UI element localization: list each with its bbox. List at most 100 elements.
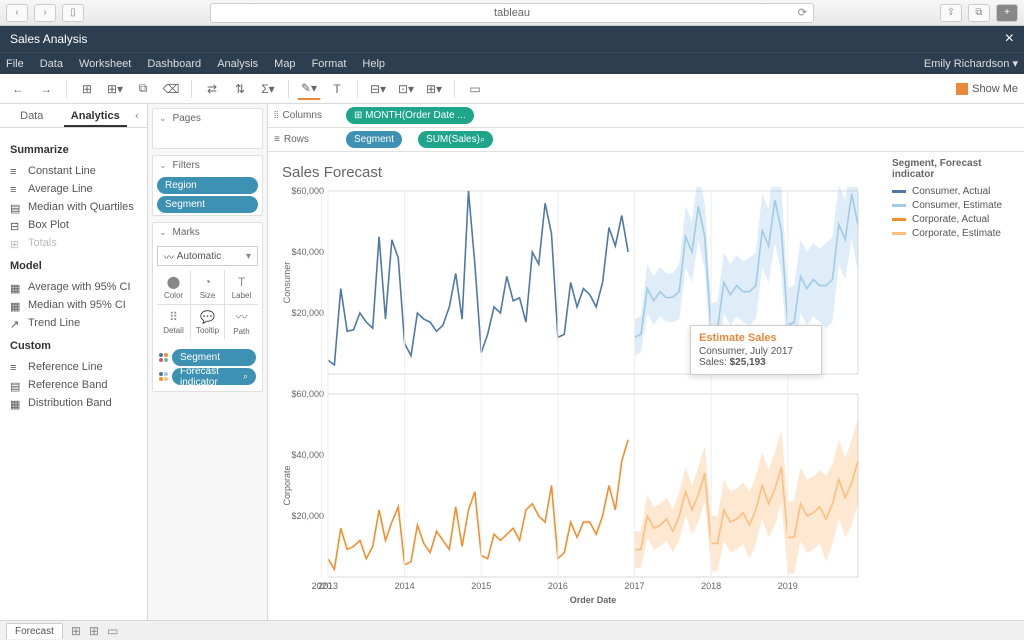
address-bar[interactable]: tableau ⟳ <box>210 3 814 23</box>
analytics-avg-ci[interactable]: ▦Average with 95% CI <box>10 278 137 296</box>
analytics-constant-line[interactable]: ≡Constant Line <box>10 162 137 180</box>
filter-pill-segment[interactable]: Segment <box>157 196 258 213</box>
refresh-icon[interactable]: ⟳ <box>798 6 807 19</box>
toolbar-separator <box>288 80 289 98</box>
marks-card-header[interactable]: Marks <box>153 223 262 242</box>
canvas-area: ⦙⦙Columns ⊞ MONTH(Order Date ... ≡Rows S… <box>268 104 1024 620</box>
user-menu[interactable]: Emily Richardson ▾ <box>924 57 1018 70</box>
section-custom: Custom <box>10 340 137 352</box>
menu-dashboard[interactable]: Dashboard <box>147 58 201 70</box>
band-icon: ▤ <box>10 202 22 212</box>
analytics-ref-band[interactable]: ▤Reference Band <box>10 376 137 394</box>
menu-file[interactable]: File <box>6 58 24 70</box>
group-button[interactable]: T <box>325 78 349 100</box>
filters-card-header[interactable]: Filters <box>153 156 262 175</box>
svg-text:2015: 2015 <box>471 581 491 591</box>
chart-column: Sales Forecast $20,000$40,000$60,000Cons… <box>268 152 884 620</box>
menu-data[interactable]: Data <box>40 58 63 70</box>
rows-pill-sales[interactable]: SUM(Sales)⌕ <box>418 131 493 148</box>
duplicate-button[interactable]: ⧉ <box>131 78 155 100</box>
swap-button[interactable]: ⇄ <box>200 78 224 100</box>
view-button[interactable]: ⊟▾ <box>366 78 390 100</box>
boxplot-icon: ⊟ <box>10 220 22 230</box>
analytics-trend-line[interactable]: ↗Trend Line <box>10 314 137 332</box>
forward-button[interactable]: › <box>34 4 56 22</box>
analytics-median-ci[interactable]: ▦Median with 95% CI <box>10 296 137 314</box>
legend-corporate-actual[interactable]: Corporate, Actual <box>892 214 1016 225</box>
new-tab-button[interactable]: + <box>996 4 1018 22</box>
mark-label-button[interactable]: TLabel <box>225 270 258 304</box>
svg-text:2016: 2016 <box>548 581 568 591</box>
marks-card: Marks 〰 Automatic ⬤Color ◔Size TLabel ⠿D… <box>152 222 263 392</box>
sort-asc-button[interactable]: ⇅ <box>228 78 252 100</box>
tooltip-line1: Consumer, July 2017 <box>699 346 813 357</box>
cards-pane: Pages Filters Region Segment Marks 〰 Aut… <box>148 104 268 620</box>
toolbar-separator <box>454 80 455 98</box>
mark-tooltip-button[interactable]: 💬Tooltip <box>191 305 224 339</box>
tab-analytics[interactable]: Analytics <box>64 104 128 127</box>
side-pane-tabs: Data Analytics ‹ <box>0 104 147 128</box>
undo-button[interactable]: ← <box>6 78 30 100</box>
columns-icon: ⦙⦙ <box>274 110 278 121</box>
new-worksheet-button[interactable]: ⊞▾ <box>103 78 127 100</box>
analytics-ref-line[interactable]: ≡Reference Line <box>10 358 137 376</box>
back-button[interactable]: ‹ <box>6 4 28 22</box>
menu-format[interactable]: Format <box>312 58 347 70</box>
show-me-button[interactable]: Show Me <box>956 83 1018 95</box>
mark-size-button[interactable]: ◔Size <box>191 270 224 304</box>
analytics-average-line[interactable]: ≡Average Line <box>10 180 137 198</box>
mark-dim-segment[interactable]: Segment <box>159 349 256 366</box>
share-button[interactable]: ⇪ <box>940 4 962 22</box>
clear-button[interactable]: ⌫ <box>159 78 183 100</box>
marks-type-select[interactable]: 〰 Automatic <box>157 246 258 266</box>
chart-canvas[interactable]: $20,000$40,000$60,000Consumer$20,000$40,… <box>278 187 868 607</box>
rows-shelf[interactable]: ≡Rows Segment SUM(Sales)⌕ <box>268 128 1024 152</box>
mark-path-button[interactable]: 〰Path <box>225 305 258 339</box>
standard-button[interactable]: ⊞▾ <box>422 78 446 100</box>
mark-dim-forecast[interactable]: Forecast indicator⌕ <box>159 368 256 385</box>
highlight-button[interactable]: ✎▾ <box>297 78 321 100</box>
pages-card[interactable]: Pages <box>152 108 263 149</box>
legend-consumer-actual[interactable]: Consumer, Actual <box>892 186 1016 197</box>
filter-pill-region[interactable]: Region <box>157 177 258 194</box>
new-connection-button[interactable]: ⊞ <box>75 78 99 100</box>
show-me-icon <box>956 83 968 95</box>
tooltip-line2: Sales: $25,193 <box>699 357 813 368</box>
mark-color-button[interactable]: ⬤Color <box>157 270 190 304</box>
analytics-box-plot[interactable]: ⊟Box Plot <box>10 216 137 234</box>
close-button[interactable]: × <box>1005 30 1014 48</box>
mark-detail-button[interactable]: ⠿Detail <box>157 305 190 339</box>
new-dashboard-icon[interactable]: ⊞ <box>89 624 99 638</box>
new-worksheet-icon[interactable]: ⊞ <box>71 624 81 638</box>
redo-button[interactable]: → <box>34 78 58 100</box>
sidebar-toggle-button[interactable]: ▯ <box>62 4 84 22</box>
analytics-median-quartiles[interactable]: ▤Median with Quartiles <box>10 198 137 216</box>
menu-worksheet[interactable]: Worksheet <box>79 58 131 70</box>
columns-shelf[interactable]: ⦙⦙Columns ⊞ MONTH(Order Date ... <box>268 104 1024 128</box>
columns-pill-month[interactable]: ⊞ MONTH(Order Date ... <box>346 107 474 124</box>
rows-pill-segment[interactable]: Segment <box>346 131 402 148</box>
fit-button[interactable]: ⊡▾ <box>394 78 418 100</box>
collapse-pane-button[interactable]: ‹ <box>127 104 147 127</box>
tabs-button[interactable]: ⧉ <box>968 4 990 22</box>
side-pane: Data Analytics ‹ Summarize ≡Constant Lin… <box>0 104 148 620</box>
legend-consumer-estimate[interactable]: Consumer, Estimate <box>892 200 1016 211</box>
workbook-title: Sales Analysis <box>10 32 87 46</box>
tab-data[interactable]: Data <box>0 104 64 127</box>
legend-corporate-estimate[interactable]: Corporate, Estimate <box>892 228 1016 239</box>
svg-text:2018: 2018 <box>701 581 721 591</box>
new-story-icon[interactable]: ▭ <box>107 624 118 638</box>
analytics-dist-band[interactable]: ▦Distribution Band <box>10 394 137 412</box>
sheet-tab-forecast[interactable]: Forecast <box>6 623 63 639</box>
svg-text:$20,000: $20,000 <box>291 308 324 318</box>
pages-card-header[interactable]: Pages <box>153 109 262 128</box>
menu-help[interactable]: Help <box>362 58 385 70</box>
chart-wrap: $20,000$40,000$60,000Consumer$20,000$40,… <box>278 187 878 616</box>
menu-map[interactable]: Map <box>274 58 295 70</box>
menu-analysis[interactable]: Analysis <box>217 58 258 70</box>
toolbar-separator <box>357 80 358 98</box>
presentation-button[interactable]: ▭ <box>463 78 487 100</box>
sheet-tabs-bar: Forecast ⊞ ⊞ ▭ <box>0 620 1024 640</box>
tooltip-icon: 💬 <box>200 310 215 324</box>
sort-desc-button[interactable]: Σ▾ <box>256 78 280 100</box>
